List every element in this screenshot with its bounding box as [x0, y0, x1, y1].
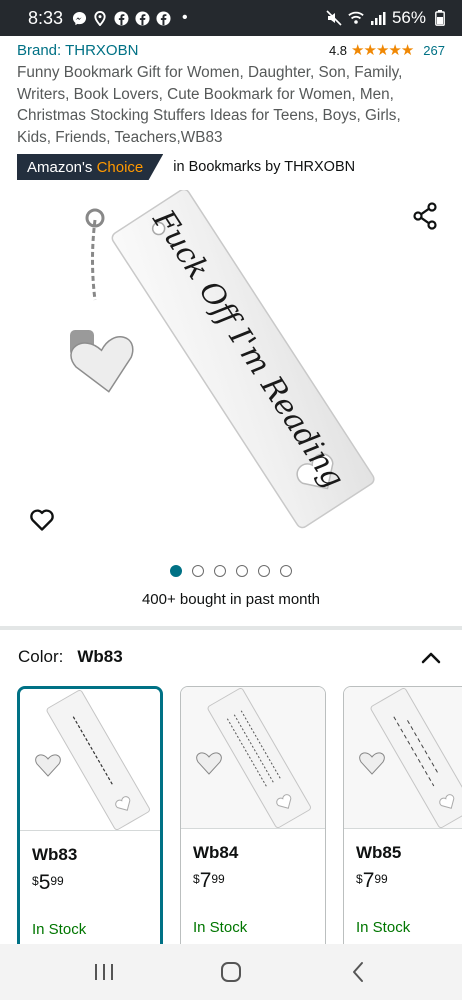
price-fraction: 99 — [211, 872, 225, 886]
bought-in-past-month: 400+ bought in past month — [141, 591, 321, 608]
share-icon[interactable] — [412, 202, 438, 230]
carousel-dot[interactable] — [192, 565, 204, 577]
brand-rating-row: Brand: THRXOBN 4.8 ★★★★★ 267 — [17, 40, 445, 60]
rating-summary[interactable]: 4.8 ★★★★★ 267 — [329, 41, 445, 59]
star-rating-icon: ★★★★★ — [351, 42, 414, 59]
product-title: Funny Bookmark Gift for Women, Daughter,… — [17, 64, 403, 146]
price-currency: $ — [32, 874, 39, 888]
home-icon[interactable] — [216, 957, 246, 987]
carousel-dot[interactable] — [170, 565, 182, 577]
variant-name: Wb84 — [193, 843, 239, 862]
variant-name: Wb85 — [356, 843, 402, 862]
variant-card-wb84[interactable]: Wb84 $ 7 99 In Stock — [180, 686, 326, 956]
variant-stock: In Stock — [32, 921, 87, 938]
location-icon — [92, 10, 108, 26]
carousel-dot[interactable] — [214, 565, 226, 577]
bookmark-engraving: Fuck Off I'm Reading — [145, 203, 351, 494]
carousel-dot[interactable] — [258, 565, 270, 577]
variant-stock: In Stock — [193, 919, 248, 936]
price-fraction: 99 — [50, 874, 64, 888]
carousel-dot[interactable] — [280, 565, 292, 577]
brand-link[interactable]: Brand: THRXOBN — [17, 42, 138, 59]
amazons-choice-row: Amazon's Choice in Bookmarks by THRXOBN — [17, 154, 355, 180]
status-bar: 8:33 • 56% — [0, 0, 462, 36]
variant-stock: In Stock — [356, 919, 411, 936]
chevron-up-icon[interactable] — [420, 650, 442, 664]
carousel-dot[interactable] — [236, 565, 248, 577]
badge-prefix: Amazon's — [27, 158, 93, 176]
price-currency: $ — [193, 872, 200, 886]
color-selected-value: Wb83 — [77, 647, 123, 666]
amazons-choice-badge: Amazon's Choice — [17, 154, 164, 180]
price-whole: 7 — [199, 869, 212, 892]
heart-icon[interactable] — [29, 508, 55, 532]
system-nav-bar — [0, 944, 462, 1000]
variant-card-wb85[interactable]: Wb85 $ 7 99 In Stock — [343, 686, 462, 956]
facebook-icon — [134, 10, 150, 26]
price-whole: 5 — [38, 871, 51, 894]
variant-price: $ 7 99 — [356, 869, 388, 893]
color-label: Color: — [18, 647, 64, 666]
variant-card-wb83[interactable]: Wb83 $ 5 99 In Stock — [17, 686, 163, 956]
variant-price: $ 7 99 — [193, 869, 225, 893]
facebook-icon — [155, 10, 171, 26]
rating-value: 4.8 — [328, 42, 348, 58]
variant-thumbnail — [344, 687, 462, 829]
price-currency: $ — [356, 872, 363, 886]
wifi-icon — [348, 10, 364, 26]
back-icon[interactable] — [343, 957, 373, 987]
badge-category[interactable]: in Bookmarks by THRXOBN — [173, 159, 355, 175]
badge-suffix: Choice — [96, 158, 144, 176]
recent-apps-icon[interactable] — [89, 957, 119, 987]
status-time: 8:33 — [28, 7, 64, 28]
mute-icon — [326, 10, 342, 26]
variant-name: Wb83 — [32, 845, 78, 864]
price-whole: 7 — [362, 869, 375, 892]
color-selector-header[interactable]: Color: Wb83 — [18, 645, 442, 669]
product-image[interactable]: Fuck Off I'm Reading — [0, 188, 462, 550]
section-divider — [0, 626, 462, 630]
variant-thumbnail — [181, 687, 325, 829]
messenger-icon — [71, 10, 87, 26]
price-fraction: 99 — [374, 872, 388, 886]
variant-thumbnail — [20, 689, 160, 831]
variant-price: $ 5 99 — [32, 871, 64, 895]
battery-percent: 56% — [391, 8, 426, 27]
facebook-icon — [113, 10, 129, 26]
battery-icon — [432, 10, 448, 26]
notification-dot: • — [182, 9, 188, 26]
image-carousel-dots — [0, 565, 462, 577]
signal-icon — [370, 10, 386, 26]
rating-count[interactable]: 267 — [423, 43, 445, 58]
